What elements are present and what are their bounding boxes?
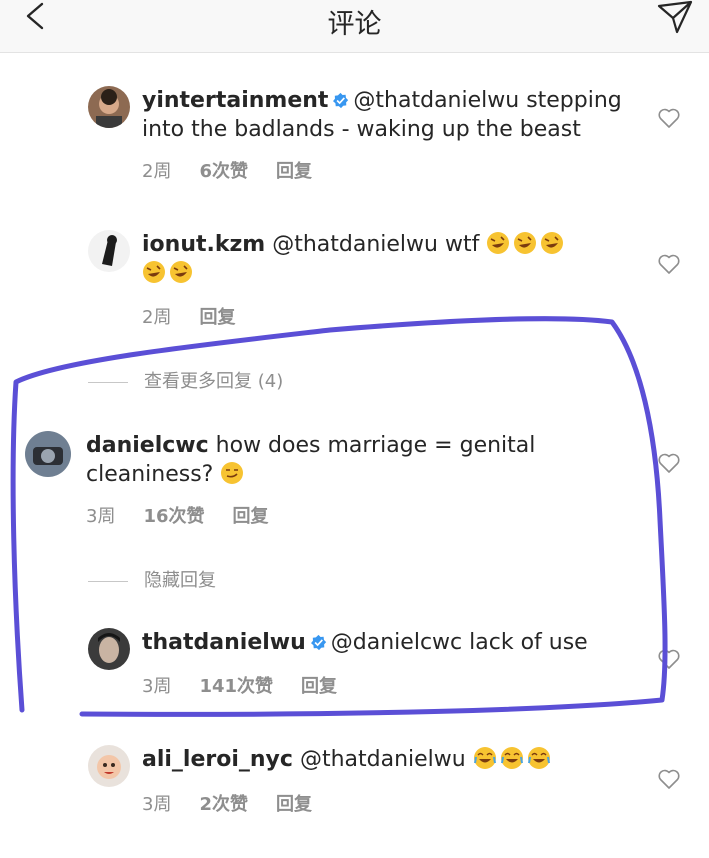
comment-meta: 3周 2次赞 回复 <box>142 790 340 816</box>
reply-button[interactable]: 回复 <box>276 161 312 182</box>
comment-time: 2周 <box>142 161 172 182</box>
joy-emoji <box>500 747 523 769</box>
reply-button[interactable]: 回复 <box>233 506 269 527</box>
reply-button[interactable]: 回复 <box>301 676 337 697</box>
comment-time: 3周 <box>142 676 172 697</box>
comment-time: 2周 <box>142 307 172 328</box>
view-more-replies-button[interactable]: 查看更多回复 (4) <box>88 367 283 393</box>
heart-icon[interactable] <box>657 452 681 474</box>
mention-link[interactable]: @danielcwc <box>331 630 462 655</box>
comment-meta: 3周 141次赞 回复 <box>142 672 365 698</box>
likes-count[interactable]: 2次赞 <box>199 794 248 815</box>
heart-icon[interactable] <box>657 648 681 670</box>
page-title: 评论 <box>327 9 382 40</box>
reply-button[interactable]: 回复 <box>199 307 235 328</box>
rofl-emoji <box>487 232 510 254</box>
comment-meta: 3周 16次赞 回复 <box>86 502 297 528</box>
joy-emoji <box>473 747 496 769</box>
comment-meta: 2周 回复 <box>142 303 263 329</box>
joy-emoji <box>527 747 550 769</box>
likes-count[interactable]: 16次赞 <box>143 506 204 527</box>
heart-icon[interactable] <box>657 768 681 790</box>
heart-icon[interactable] <box>657 253 681 275</box>
hide-replies-button[interactable]: 隐藏回复 <box>88 566 216 592</box>
avatar[interactable] <box>25 431 71 477</box>
mention-link[interactable]: @thatdanielwu <box>272 232 438 257</box>
verified-badge-icon <box>310 634 326 651</box>
comment-text: thatdanielwu @danielcwc lack of use <box>142 630 588 655</box>
comment-meta: 2周 6次赞 回复 <box>142 157 340 183</box>
rofl-emoji <box>143 261 165 283</box>
avatar[interactable] <box>88 230 130 272</box>
comment-text: ionut.kzm @thatdanielwu wtf <box>142 230 632 288</box>
likes-count[interactable]: 6次赞 <box>199 161 248 182</box>
reply-button[interactable]: 回复 <box>276 794 312 815</box>
comment-text: ali_leroi_nyc @thatdanielwu <box>142 745 632 774</box>
header: 评论 <box>0 0 709 53</box>
comment-time: 3周 <box>142 794 172 815</box>
likes-count[interactable]: 141次赞 <box>199 676 273 697</box>
comment-text: danielcwc how does marriage = genital cl… <box>86 433 536 487</box>
verified-badge-icon <box>333 92 349 109</box>
comment-username[interactable]: danielcwc <box>86 433 209 458</box>
comment-username[interactable]: thatdanielwu <box>142 630 306 655</box>
comment-username[interactable]: ali_leroi_nyc <box>142 747 293 772</box>
comment-username[interactable]: yintertainment <box>142 88 328 113</box>
comment-username[interactable]: ionut.kzm <box>142 232 265 257</box>
rofl-emoji <box>170 261 192 283</box>
avatar[interactable] <box>88 628 130 670</box>
share-button[interactable] <box>655 0 695 36</box>
mention-link[interactable]: @thatdanielwu <box>300 747 466 772</box>
comment-text: yintertainment @thatdanielwu stepping int… <box>142 88 622 142</box>
rofl-emoji <box>541 232 564 254</box>
smirk-emoji <box>221 462 244 484</box>
mention-link[interactable]: @thatdanielwu <box>353 88 519 113</box>
paper-plane-icon <box>657 0 693 34</box>
heart-icon[interactable] <box>657 107 681 129</box>
comment-time: 3周 <box>86 506 116 527</box>
avatar[interactable] <box>88 745 130 787</box>
rofl-emoji <box>514 232 537 254</box>
avatar[interactable] <box>88 86 130 128</box>
